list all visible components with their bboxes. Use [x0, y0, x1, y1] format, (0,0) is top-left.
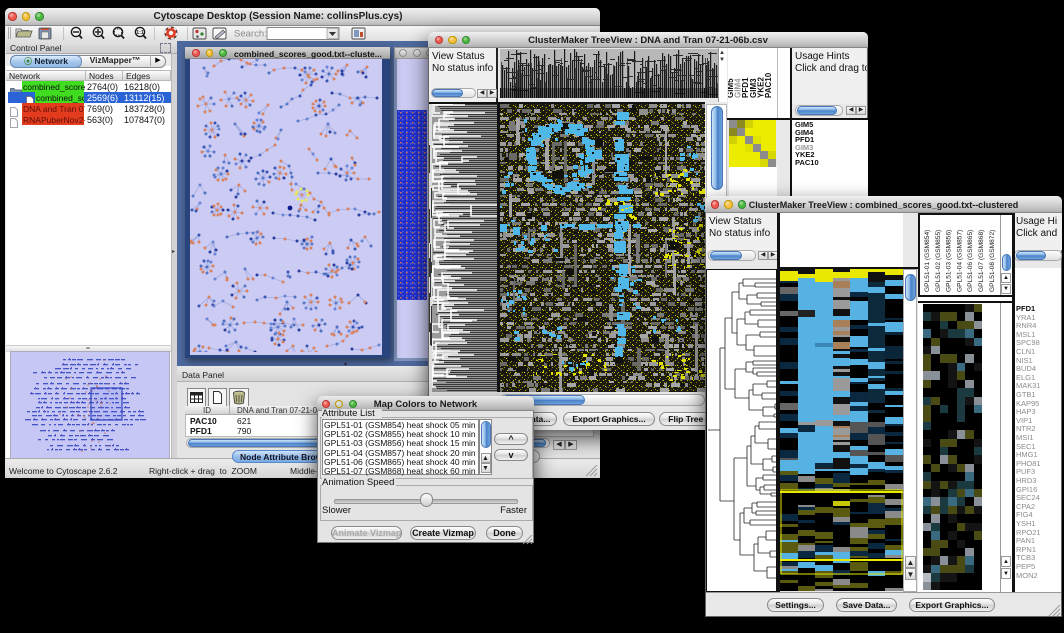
svg-text:GPL51-04 (GSM857): GPL51-04 (GSM857) — [956, 230, 963, 292]
svg-text:GPL51-03 (GSM856): GPL51-03 (GSM856) — [946, 230, 953, 292]
svg-text:1:1: 1:1 — [136, 30, 144, 36]
svg-text:GPL51-08 (GSM872): GPL51-08 (GSM872) — [989, 230, 996, 292]
svg-text:Search:: Search: — [234, 29, 267, 40]
svg-text:PAC10: PAC10 — [764, 72, 773, 98]
svg-text:GPL51-07 (GSM868): GPL51-07 (GSM868) — [978, 230, 985, 292]
svg-text:GPL51-06 (GSM865): GPL51-06 (GSM865) — [967, 230, 974, 292]
svg-text:GPL51-01 (GSM854): GPL51-01 (GSM854) — [924, 230, 931, 292]
svg-text:GPL51-02 (GSM855): GPL51-02 (GSM855) — [935, 230, 942, 292]
